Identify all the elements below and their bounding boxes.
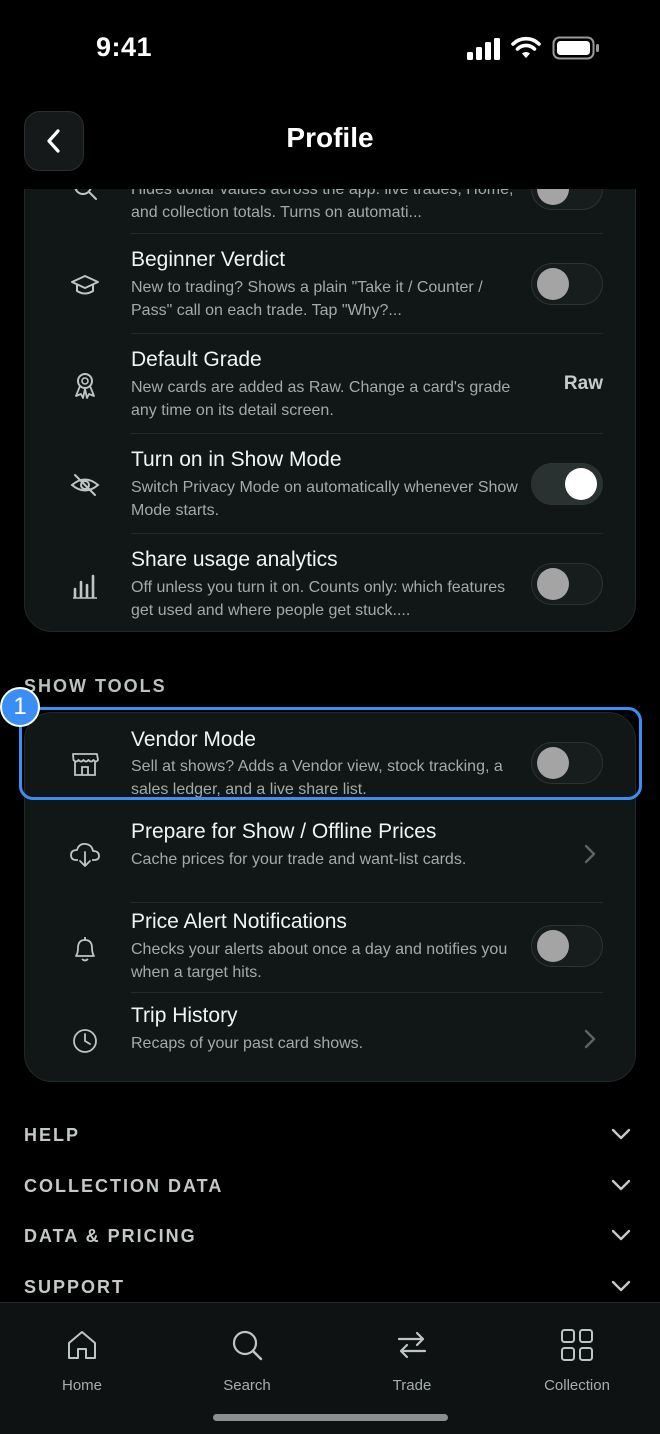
toggle-knob [537,268,569,300]
section-label-show-tools: SHOW TOOLS [24,676,167,696]
row-title: Beginner Verdict [131,248,286,271]
grid-icon [561,1329,593,1361]
privacy-settings-card: Hides dollar values across the app: live… [24,189,636,632]
price-alert-notifications-row: Price Alert Notifications Checks your al… [25,903,637,993]
home-indicator [213,1414,448,1421]
section-help[interactable]: HELP [0,1117,660,1157]
battery-icon [552,36,599,60]
eye-off-icon [67,467,103,503]
beginner-verdict-toggle[interactable] [531,263,603,305]
tab-label: Home [61,1377,102,1394]
toggle-knob [537,568,569,600]
tab-label: Trade [392,1377,432,1394]
row-description: Switch Privacy Mode on automatically whe… [131,479,518,519]
tab-collection[interactable]: Collection [517,1325,637,1394]
row-description: Recaps of your past card shows. [131,1035,364,1052]
chevron-down-icon [611,1179,631,1191]
beginner-verdict-row: Beginner Verdict New to trading? Shows a… [25,234,637,334]
tab-label: Search [223,1377,271,1394]
section-label: SUPPORT [24,1277,126,1297]
vendor-mode-highlight [19,707,642,800]
chevron-right-icon [584,844,596,864]
share-usage-analytics-row: Share usage analytics Off unless you tur… [25,534,637,633]
section-label: HELP [24,1125,81,1145]
status-bar: 9:41 [0,0,660,96]
hide-dollar-values-toggle[interactable] [531,189,603,210]
annotation-badge: 1 [0,687,40,727]
show-mode-toggle[interactable] [531,463,603,505]
section-support[interactable]: SUPPORT [0,1269,660,1302]
tab-home[interactable]: Home [22,1325,142,1394]
page-title: Profile [286,122,374,153]
section-collection-data[interactable]: COLLECTION DATA [0,1168,660,1208]
row-description: New cards are added as Raw. Change a car… [131,379,511,419]
section-data-pricing[interactable]: DATA & PRICING [0,1218,660,1258]
bell-icon [67,931,103,967]
bar-chart-icon [67,567,103,603]
section-label: COLLECTION DATA [24,1176,224,1196]
search-icon [232,1330,263,1361]
graduation-cap-icon [67,267,103,303]
row-title: Share usage analytics [131,548,338,571]
usage-analytics-toggle[interactable] [531,563,603,605]
row-title: Turn on in Show Mode [131,448,342,471]
award-ribbon-icon [67,367,103,403]
chevron-down-icon [611,1229,631,1241]
row-description: Off unless you turn it on. Counts only: … [131,579,506,619]
prepare-for-show-row[interactable]: Prepare for Show / Offline Prices Cache … [25,803,637,903]
cellular-signal-icon [467,38,500,60]
price-alerts-toggle[interactable] [531,925,603,967]
row-description: New to trading? Shows a plain "Take it /… [131,279,483,319]
cloud-download-icon [67,836,103,872]
tab-label: Collection [544,1377,610,1394]
home-icon [68,1331,96,1359]
row-description: Checks your alerts about once a day and … [131,941,508,981]
toggle-knob [565,468,597,500]
chevron-right-icon [584,1029,596,1049]
wifi-icon [511,36,541,58]
hide-dollar-values-row: Hides dollar values across the app: live… [25,189,637,234]
section-label: DATA & PRICING [24,1226,197,1246]
toggle-knob [537,930,569,962]
tab-trade[interactable]: Trade [352,1325,472,1394]
row-description: Cache prices for your trade and want-lis… [131,851,467,868]
row-title: Default Grade [131,348,262,371]
eye-search-icon [67,189,103,206]
tab-search[interactable]: Search [187,1325,307,1394]
swap-arrows-icon [397,1331,427,1359]
row-title: Trip History [131,1004,238,1027]
turn-on-in-show-mode-row: Turn on in Show Mode Switch Privacy Mode… [25,434,637,534]
default-grade-row[interactable]: Default Grade New cards are added as Raw… [25,334,637,434]
status-time: 9:41 [96,32,153,62]
clock-icon [67,1023,103,1059]
row-description: Hides dollar values across the app: live… [131,189,514,221]
default-grade-value[interactable]: Raw [564,373,603,395]
row-title: Price Alert Notifications [131,910,347,933]
toggle-knob [537,189,569,205]
trip-history-row[interactable]: Trip History Recaps of your past card sh… [25,993,637,1083]
chevron-down-icon [611,1128,631,1140]
chevron-down-icon [611,1280,631,1292]
row-title: Prepare for Show / Offline Prices [131,820,437,843]
